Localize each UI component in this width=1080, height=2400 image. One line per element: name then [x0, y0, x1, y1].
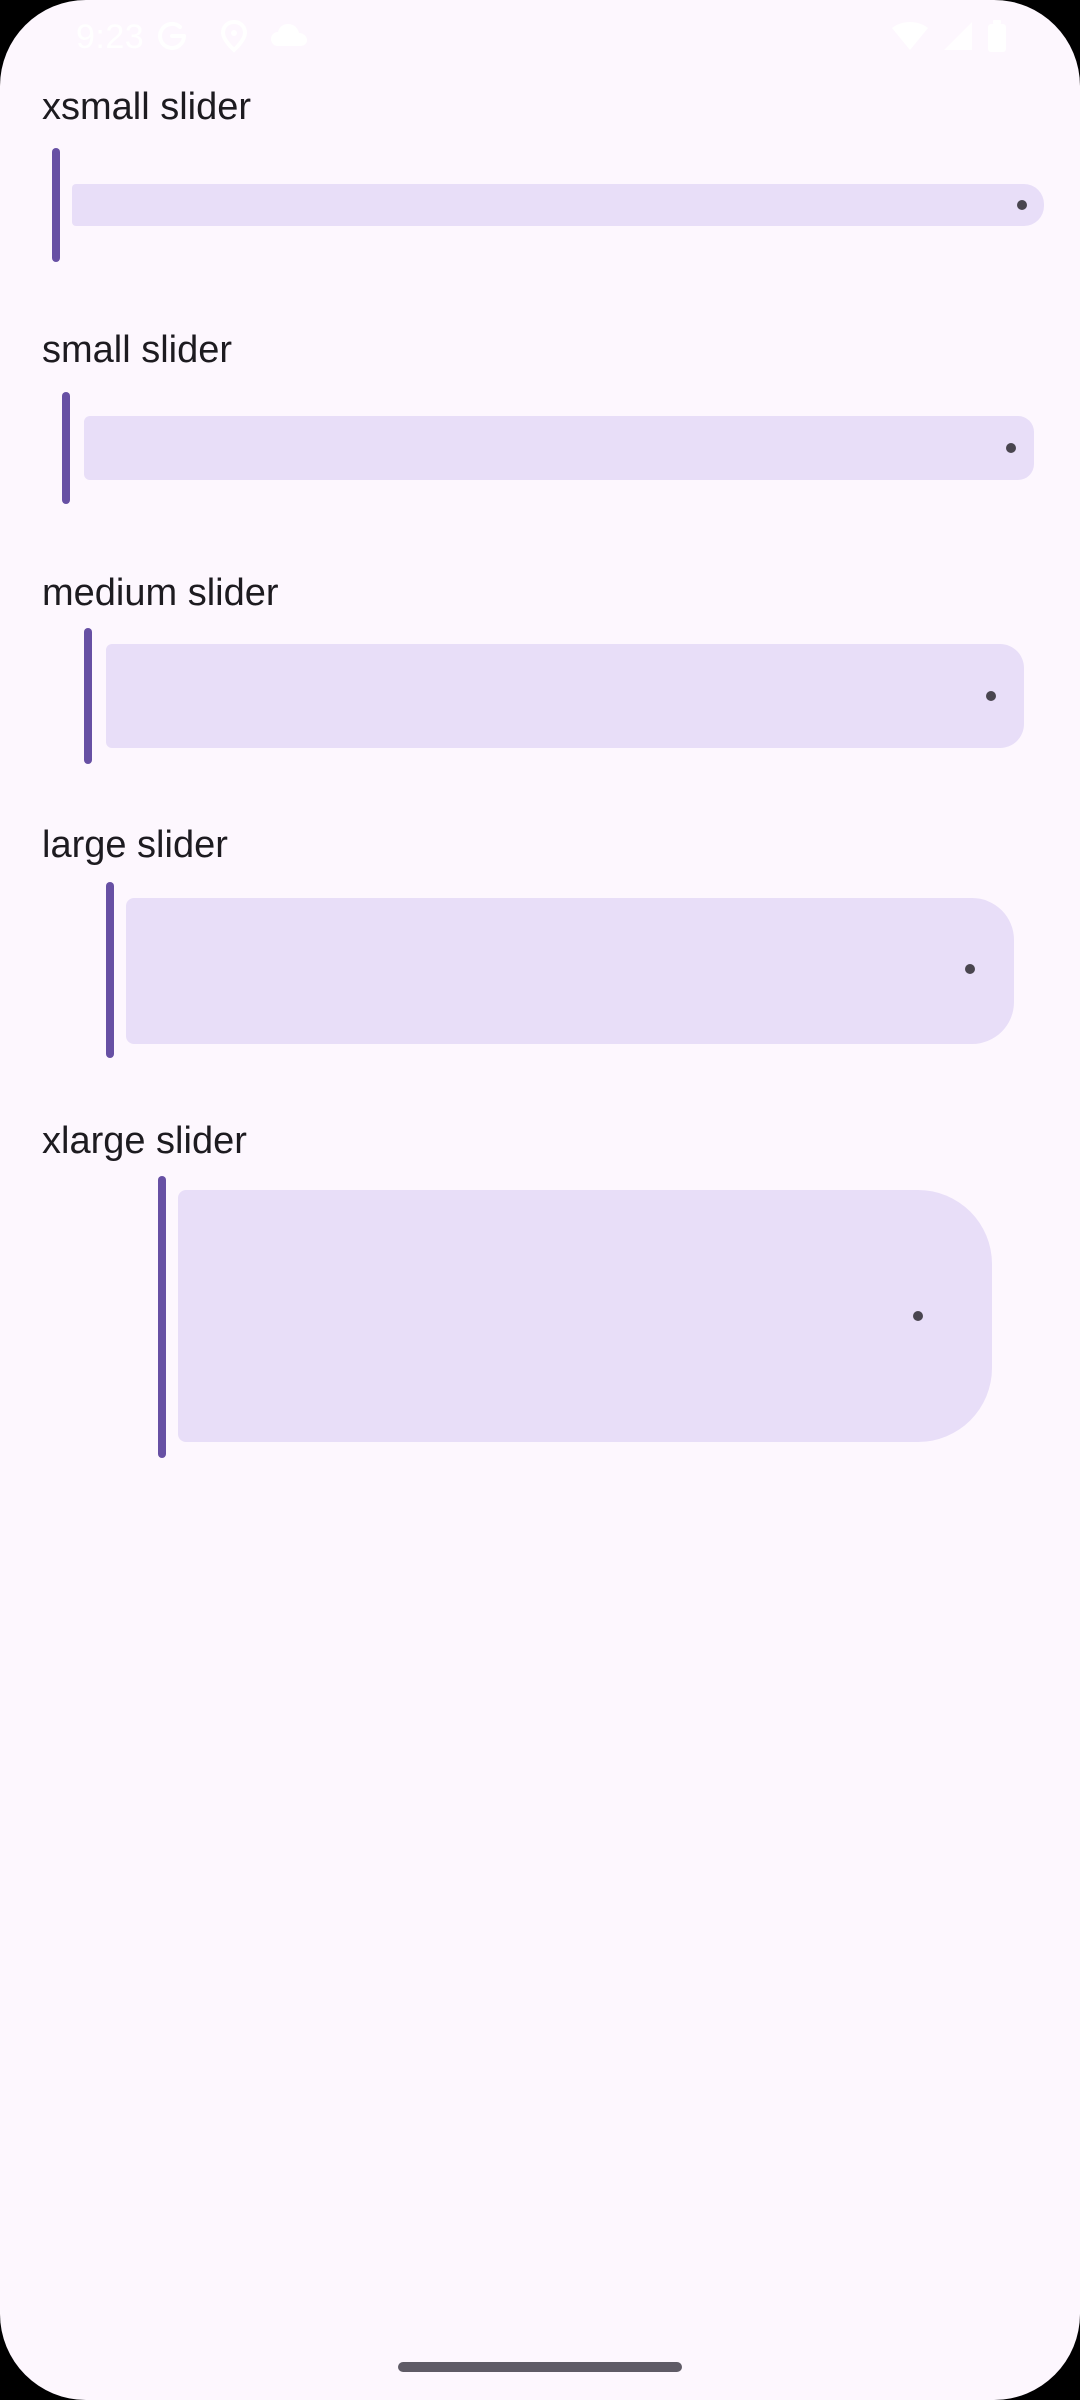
- battery-icon: [986, 18, 1008, 54]
- location-icon: [216, 18, 252, 54]
- slider-handle[interactable]: [106, 882, 114, 1058]
- slider-stop-indicator: [1006, 443, 1016, 453]
- slider-stop-indicator: [965, 964, 975, 974]
- slider-inactive-track[interactable]: [72, 184, 1044, 226]
- status-time: 9:23: [76, 18, 145, 56]
- slider-label-large: large slider: [42, 824, 228, 866]
- slider-label-xlarge: xlarge slider: [42, 1120, 247, 1162]
- large-slider[interactable]: [106, 880, 1014, 1060]
- slider-handle[interactable]: [52, 148, 60, 262]
- slider-stop-indicator: [913, 1311, 923, 1321]
- signal-icon: [940, 18, 976, 54]
- google-g-icon: [154, 18, 190, 54]
- app-screen: 9:23 xsmall slider small slider medium s…: [0, 0, 1080, 2400]
- slider-inactive-track[interactable]: [126, 898, 1014, 1044]
- xsmall-slider[interactable]: [50, 146, 1044, 266]
- small-slider[interactable]: [62, 390, 1034, 506]
- slider-label-xsmall: xsmall slider: [42, 86, 252, 128]
- slider-stop-indicator: [986, 691, 996, 701]
- slider-inactive-track[interactable]: [84, 416, 1034, 480]
- slider-handle[interactable]: [62, 392, 70, 504]
- medium-slider[interactable]: [84, 628, 1024, 766]
- slider-stop-indicator: [1017, 200, 1027, 210]
- slider-handle[interactable]: [158, 1176, 166, 1458]
- wifi-icon: [890, 18, 930, 54]
- slider-inactive-track[interactable]: [178, 1190, 992, 1442]
- status-bar: 9:23: [0, 0, 1080, 72]
- slider-label-small: small slider: [42, 329, 233, 371]
- home-indicator[interactable]: [398, 2362, 682, 2372]
- xlarge-slider[interactable]: [158, 1176, 992, 1460]
- cloud-icon: [268, 18, 310, 54]
- slider-inactive-track[interactable]: [106, 644, 1024, 748]
- slider-handle[interactable]: [84, 628, 92, 764]
- slider-label-medium: medium slider: [42, 572, 279, 614]
